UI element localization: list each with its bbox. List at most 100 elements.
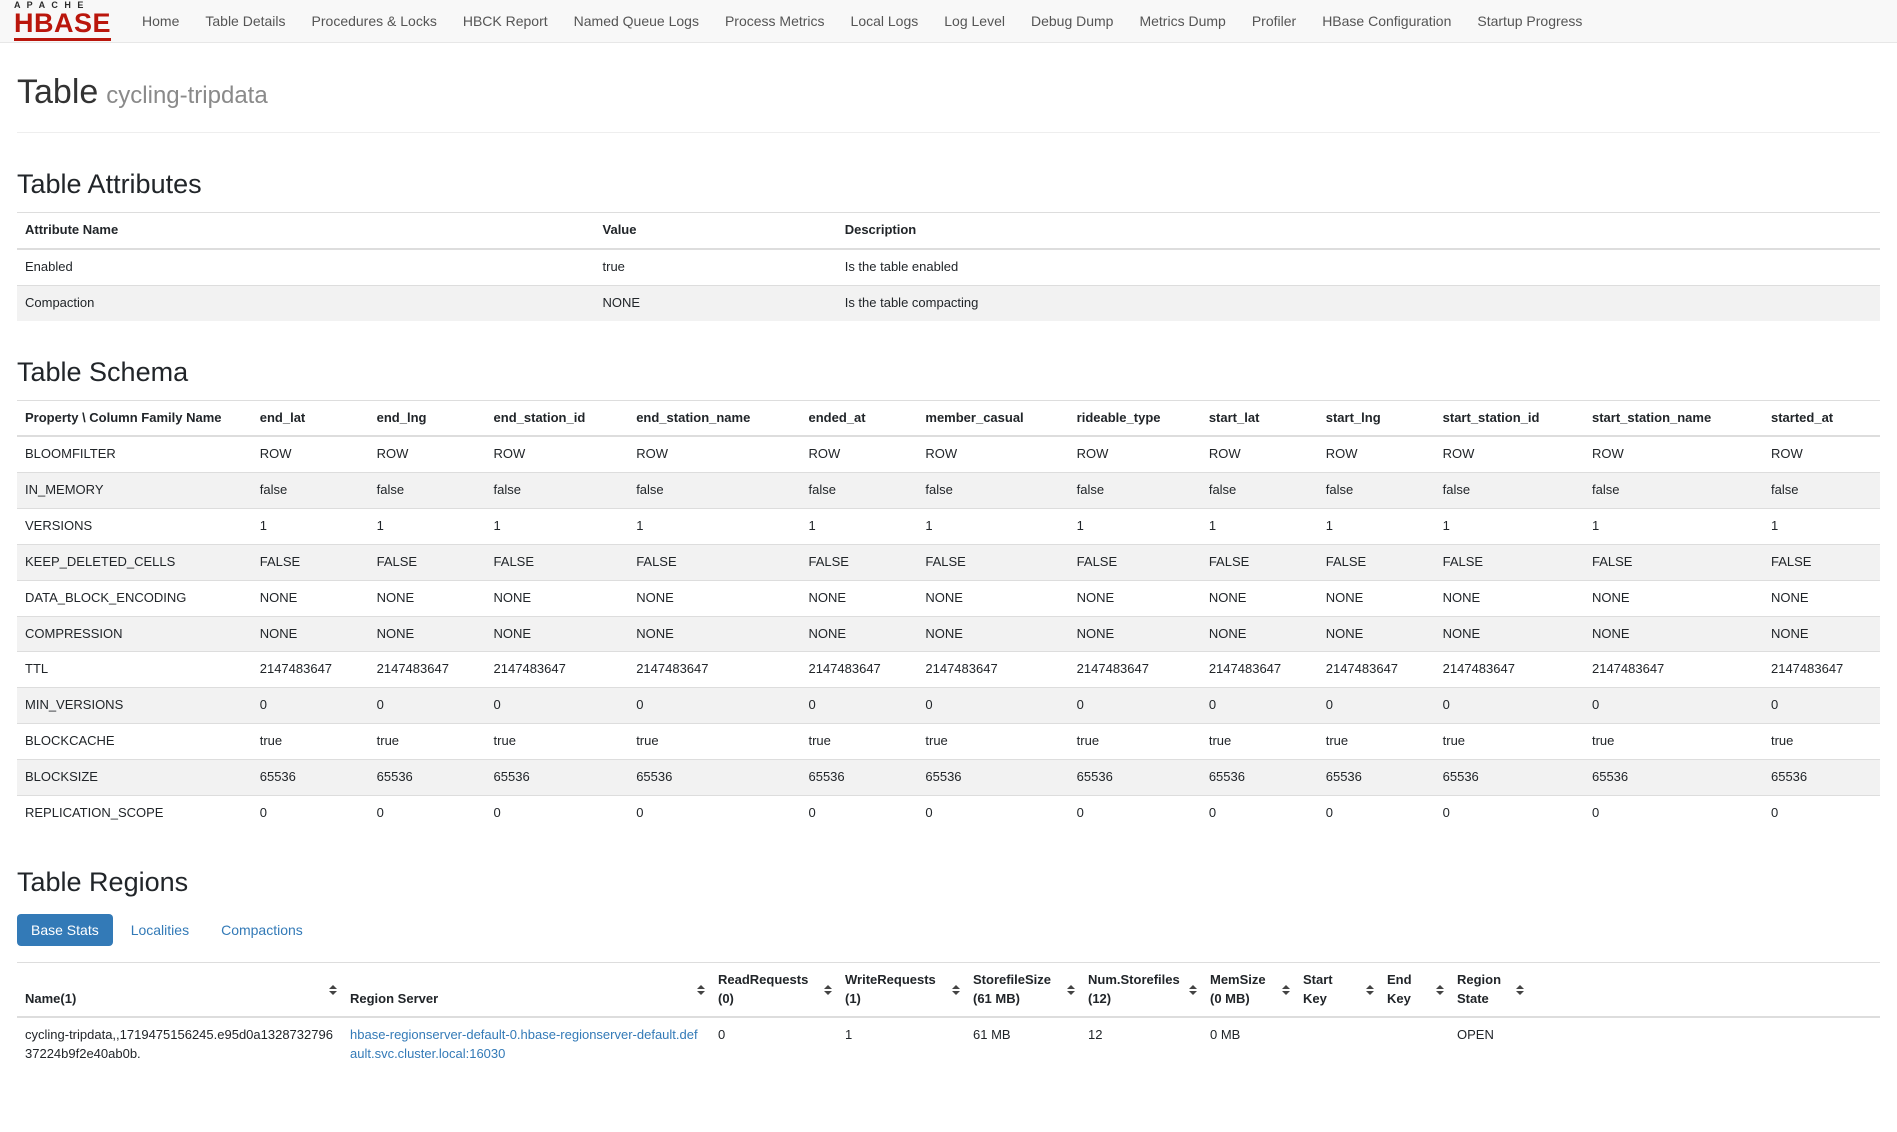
regions-column-header-region-state[interactable]: Region State bbox=[1449, 962, 1529, 1017]
table-row: CompactionNONEIs the table compacting bbox=[17, 285, 1880, 320]
nav-item-procedures-locks[interactable]: Procedures & Locks bbox=[299, 2, 450, 40]
schema-property-name: BLOCKSIZE bbox=[17, 759, 252, 795]
schema-value-blocksize-start-lat: 65536 bbox=[1201, 759, 1318, 795]
schema-property-name: COMPRESSION bbox=[17, 616, 252, 652]
tab-localities[interactable]: Localities bbox=[117, 914, 203, 946]
nav-item-hbase-configuration[interactable]: HBase Configuration bbox=[1309, 2, 1464, 40]
schema-value-blockcache-start-lat: true bbox=[1201, 724, 1318, 760]
schema-property-name: DATA_BLOCK_ENCODING bbox=[17, 580, 252, 616]
regions-column-header-end-key[interactable]: End Key bbox=[1379, 962, 1449, 1017]
schema-value-compression-member-casual: NONE bbox=[917, 616, 1068, 652]
schema-value-versions-end-lat: 1 bbox=[252, 509, 369, 545]
nav-item-table-details[interactable]: Table Details bbox=[192, 2, 298, 40]
schema-value-ttl-start-station-name: 2147483647 bbox=[1584, 652, 1763, 688]
sort-icon bbox=[329, 985, 337, 995]
attribute-description: Is the table compacting bbox=[837, 285, 1880, 320]
schema-value-blocksize-end-lng: 65536 bbox=[369, 759, 486, 795]
schema-value-versions-end-station-id: 1 bbox=[486, 509, 629, 545]
schema-value-bloomfilter-start-station-name: ROW bbox=[1584, 436, 1763, 472]
attribute-value: NONE bbox=[595, 285, 837, 320]
column-header-value: Value bbox=[595, 213, 837, 249]
schema-value-versions-rideable-type: 1 bbox=[1069, 509, 1201, 545]
schema-value-keep-deleted-cells-member-casual: FALSE bbox=[917, 544, 1068, 580]
hbase-logo[interactable]: A P A C H E HBASE bbox=[14, 1, 111, 41]
table-row: MIN_VERSIONS000000000000 bbox=[17, 688, 1880, 724]
schema-value-blocksize-ended-at: 65536 bbox=[800, 759, 917, 795]
schema-value-versions-start-station-id: 1 bbox=[1435, 509, 1584, 545]
schema-value-ttl-rideable-type: 2147483647 bbox=[1069, 652, 1201, 688]
schema-value-min-versions-end-lat: 0 bbox=[252, 688, 369, 724]
regions-column-header-num-storefiles-12[interactable]: Num.Storefiles (12) bbox=[1080, 962, 1202, 1017]
nav-item-home[interactable]: Home bbox=[129, 2, 192, 40]
schema-value-min-versions-end-station-name: 0 bbox=[628, 688, 800, 724]
schema-value-compression-end-lng: NONE bbox=[369, 616, 486, 652]
schema-value-data-block-encoding-start-station-id: NONE bbox=[1435, 580, 1584, 616]
schema-value-min-versions-start-station-id: 0 bbox=[1435, 688, 1584, 724]
tab-base-stats[interactable]: Base Stats bbox=[17, 914, 113, 946]
attributes-section: Table Attributes Attribute NameValueDesc… bbox=[17, 169, 1880, 321]
schema-value-bloomfilter-ended-at: ROW bbox=[800, 436, 917, 472]
schema-family-end-lng: end_lng bbox=[369, 400, 486, 436]
nav-item-hbck-report[interactable]: HBCK Report bbox=[450, 2, 561, 40]
regions-column-header-memsize-0-mb[interactable]: MemSize (0 MB) bbox=[1202, 962, 1295, 1017]
schema-value-blocksize-started-at: 65536 bbox=[1763, 759, 1880, 795]
schema-value-keep-deleted-cells-ended-at: FALSE bbox=[800, 544, 917, 580]
schema-value-compression-end-lat: NONE bbox=[252, 616, 369, 652]
column-label: Region State bbox=[1457, 971, 1521, 1009]
schema-value-ttl-ended-at: 2147483647 bbox=[800, 652, 917, 688]
regions-column-header-readrequests-0[interactable]: ReadRequests (0) bbox=[710, 962, 837, 1017]
schema-value-data-block-encoding-end-lng: NONE bbox=[369, 580, 486, 616]
nav-item-startup-progress[interactable]: Startup Progress bbox=[1464, 2, 1595, 40]
nav-item-process-metrics[interactable]: Process Metrics bbox=[712, 2, 838, 40]
nav-item-metrics-dump[interactable]: Metrics Dump bbox=[1126, 2, 1238, 40]
attribute-value: true bbox=[595, 249, 837, 285]
region-server-link[interactable]: hbase-regionserver-default-0.hbase-regio… bbox=[350, 1027, 698, 1061]
sort-icon bbox=[1189, 985, 1197, 995]
schema-property-name: KEEP_DELETED_CELLS bbox=[17, 544, 252, 580]
schema-value-bloomfilter-end-station-name: ROW bbox=[628, 436, 800, 472]
regions-column-header-start-key[interactable]: Start Key bbox=[1295, 962, 1379, 1017]
schema-property-name: VERSIONS bbox=[17, 509, 252, 545]
regions-header-row: Name(1) Region ServerReadRequests (0)Writ… bbox=[17, 962, 1880, 1017]
schema-value-min-versions-end-station-id: 0 bbox=[486, 688, 629, 724]
schema-value-bloomfilter-start-lat: ROW bbox=[1201, 436, 1318, 472]
schema-value-blocksize-start-lng: 65536 bbox=[1318, 759, 1435, 795]
schema-value-blockcache-start-lng: true bbox=[1318, 724, 1435, 760]
nav-item-debug-dump[interactable]: Debug Dump bbox=[1018, 2, 1127, 40]
region-state: OPEN bbox=[1449, 1017, 1529, 1072]
schema-value-compression-start-lat: NONE bbox=[1201, 616, 1318, 652]
schema-value-replication-scope-rideable-type: 0 bbox=[1069, 795, 1201, 830]
nav-item-profiler[interactable]: Profiler bbox=[1239, 2, 1309, 40]
page-container: Tablecycling-tripdata Table Attributes A… bbox=[0, 73, 1897, 1132]
column-label: WriteRequests (1) bbox=[845, 971, 957, 1009]
table-row: REPLICATION_SCOPE000000000000 bbox=[17, 795, 1880, 830]
regions-column-header-writerequests-1[interactable]: WriteRequests (1) bbox=[837, 962, 965, 1017]
nav-item-log-level[interactable]: Log Level bbox=[931, 2, 1018, 40]
schema-value-replication-scope-started-at: 0 bbox=[1763, 795, 1880, 830]
nav-item-named-queue-logs[interactable]: Named Queue Logs bbox=[561, 2, 712, 40]
schema-value-blockcache-started-at: true bbox=[1763, 724, 1880, 760]
schema-value-versions-start-lat: 1 bbox=[1201, 509, 1318, 545]
column-header-description: Description bbox=[837, 213, 1880, 249]
schema-value-replication-scope-start-station-name: 0 bbox=[1584, 795, 1763, 830]
schema-value-data-block-encoding-start-lat: NONE bbox=[1201, 580, 1318, 616]
regions-column-header-storefilesize-61-mb[interactable]: StorefileSize (61 MB) bbox=[965, 962, 1080, 1017]
schema-value-blocksize-rideable-type: 65536 bbox=[1069, 759, 1201, 795]
schema-value-replication-scope-start-lng: 0 bbox=[1318, 795, 1435, 830]
nav-items: HomeTable DetailsProcedures & LocksHBCK … bbox=[129, 2, 1595, 40]
nav-item-local-logs[interactable]: Local Logs bbox=[838, 2, 932, 40]
schema-value-data-block-encoding-started-at: NONE bbox=[1763, 580, 1880, 616]
table-row: IN_MEMORYfalsefalsefalsefalsefalsefalsef… bbox=[17, 473, 1880, 509]
regions-column-header-region-server[interactable]: Region Server bbox=[342, 962, 710, 1017]
tab-compactions[interactable]: Compactions bbox=[207, 914, 317, 946]
table-row: BLOCKCACHEtruetruetruetruetruetruetruetr… bbox=[17, 724, 1880, 760]
regions-column-header-name-1[interactable]: Name(1) bbox=[17, 962, 342, 1017]
schema-value-blocksize-start-station-id: 65536 bbox=[1435, 759, 1584, 795]
schema-value-bloomfilter-rideable-type: ROW bbox=[1069, 436, 1201, 472]
schema-value-bloomfilter-end-lat: ROW bbox=[252, 436, 369, 472]
schema-value-replication-scope-start-station-id: 0 bbox=[1435, 795, 1584, 830]
table-row: BLOOMFILTERROWROWROWROWROWROWROWROWROWRO… bbox=[17, 436, 1880, 472]
column-label: Name(1) bbox=[25, 990, 334, 1009]
schema-value-data-block-encoding-rideable-type: NONE bbox=[1069, 580, 1201, 616]
schema-value-versions-ended-at: 1 bbox=[800, 509, 917, 545]
